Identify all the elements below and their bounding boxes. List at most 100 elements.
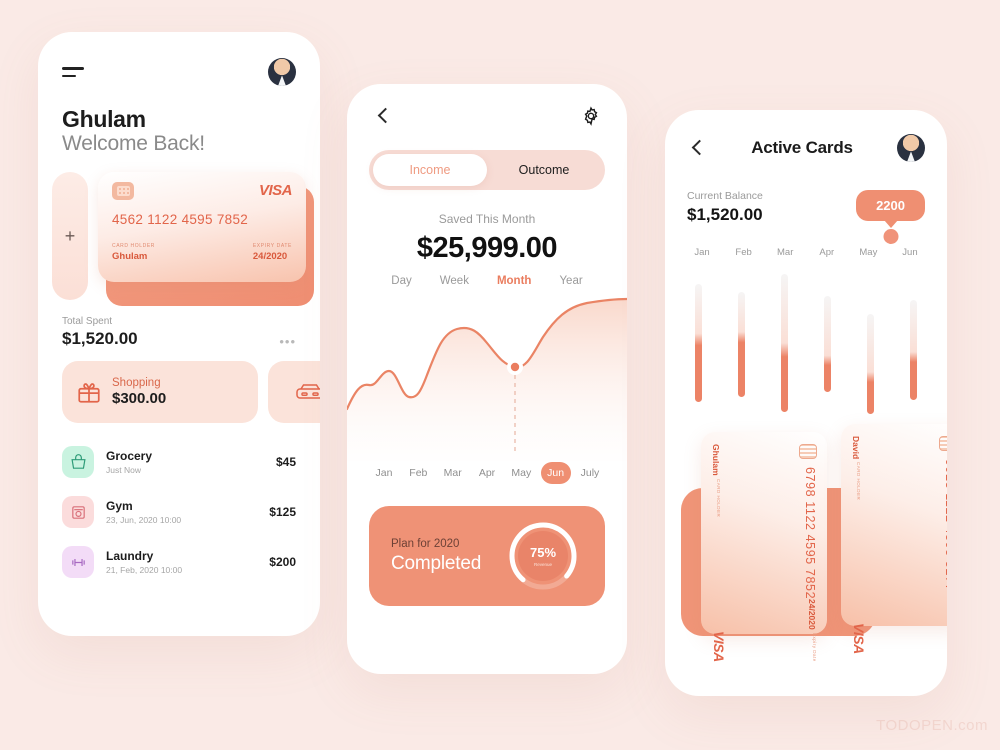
category-tile-transport[interactable] bbox=[268, 361, 320, 423]
phone-screen-statistics: Income Outcome Saved This Month $25,999.… bbox=[347, 84, 627, 674]
period-month[interactable]: Month bbox=[497, 275, 531, 287]
bar-column[interactable] bbox=[910, 274, 917, 400]
plan-progress-card[interactable]: Plan for 2020 Completed 75% Revenue bbox=[369, 506, 605, 606]
active-card-1[interactable]: 6798 1122 4595 7852 VISA 24/2020 Expiry … bbox=[701, 432, 827, 662]
balance-row: Current Balance $1,520.00 2200 bbox=[665, 162, 947, 244]
category-tile-shopping[interactable]: Shopping $300.00 bbox=[62, 361, 258, 423]
transaction-time: Just Now bbox=[106, 465, 141, 475]
period-day[interactable]: Day bbox=[391, 275, 411, 287]
total-spent-value: $1,520.00 bbox=[62, 329, 138, 348]
transaction-info: Gym 23, Jun, 2020 10:00 bbox=[106, 499, 257, 525]
month-may[interactable]: May bbox=[506, 467, 536, 484]
back-chevron-icon[interactable] bbox=[373, 106, 393, 126]
balance-value: $1,520.00 bbox=[687, 205, 763, 224]
tab-outcome[interactable]: Outcome bbox=[487, 154, 601, 186]
month-jun[interactable]: Jun bbox=[540, 462, 571, 484]
chip-icon bbox=[799, 444, 817, 459]
month-may[interactable]: May bbox=[853, 247, 883, 258]
saved-amount: $25,999.00 bbox=[416, 232, 558, 264]
visa-logo: VISA bbox=[711, 630, 727, 662]
line-chart-svg bbox=[347, 297, 627, 461]
card-number: 4562 1122 4595 7852 bbox=[112, 212, 249, 227]
balance-bar-chart bbox=[665, 258, 947, 418]
bar-chart-month-axis: Jan Feb Mar Apr May Jun bbox=[665, 225, 947, 258]
more-options-icon[interactable]: ••• bbox=[279, 334, 296, 349]
hamburger-icon[interactable] bbox=[62, 66, 84, 78]
month-jan[interactable]: Jan bbox=[369, 467, 399, 484]
gift-icon bbox=[78, 383, 100, 403]
transaction-amount: $200 bbox=[269, 555, 296, 569]
total-spent: Total Spent $1,520.00 bbox=[62, 316, 138, 349]
screenshot-stage: Ghulam Welcome Back! + VISA 4562 1122 45… bbox=[0, 0, 1000, 750]
card-number: 9923 1122 4595 5277 bbox=[943, 459, 947, 592]
watermark: TODOPEN.com bbox=[876, 717, 988, 734]
visa-logo: VISA bbox=[258, 182, 293, 199]
month-feb[interactable]: Feb bbox=[403, 467, 433, 484]
avatar[interactable] bbox=[896, 134, 925, 162]
month-mar[interactable]: Mar bbox=[438, 467, 468, 484]
bar-column[interactable] bbox=[867, 274, 874, 414]
car-icon bbox=[296, 384, 320, 399]
avatar[interactable] bbox=[268, 58, 296, 86]
month-mar[interactable]: Mar bbox=[770, 247, 800, 258]
bar bbox=[867, 314, 874, 414]
balance-label: Current Balance bbox=[687, 190, 763, 202]
tab-income[interactable]: Income bbox=[373, 154, 487, 186]
month-apr[interactable]: Apr bbox=[472, 467, 502, 484]
month-feb[interactable]: Feb bbox=[729, 247, 759, 258]
chip-icon bbox=[939, 436, 947, 451]
month-jun[interactable]: Jun bbox=[895, 247, 925, 258]
period-filter: Day Week Month Year bbox=[347, 275, 627, 287]
card-carousel: + VISA 4562 1122 4595 7852 CARD HOLDER G… bbox=[38, 156, 320, 306]
card-expiry: Expiry Date 24/2020 bbox=[253, 243, 292, 262]
total-spent-label: Total Spent bbox=[62, 316, 113, 327]
bar bbox=[910, 300, 917, 400]
card-holder-value: Ghulam bbox=[711, 444, 721, 476]
card-expiry-label: Expiry Date bbox=[252, 243, 292, 249]
chart-tooltip: 2200 bbox=[856, 190, 925, 244]
card-holder-label: CARD HOLDER bbox=[112, 243, 155, 249]
period-week[interactable]: Week bbox=[440, 275, 469, 287]
transaction-amount: $45 bbox=[275, 455, 296, 469]
transaction-time: 23, Jun, 2020 10:00 bbox=[106, 515, 182, 525]
bar bbox=[781, 274, 788, 412]
card-holder-value: Ghulam bbox=[112, 251, 148, 262]
phone-screen-active-cards: Active Cards Current Balance $1,520.00 2… bbox=[665, 110, 947, 696]
list-item[interactable]: Gym 23, Jun, 2020 10:00 $125 bbox=[62, 487, 296, 537]
category-amount: $300.00 bbox=[112, 390, 167, 407]
list-item[interactable]: Laundry 21, Feb, 2020 10:00 $200 bbox=[62, 537, 296, 587]
card-top: 6798 1122 4595 7852 bbox=[711, 444, 817, 599]
progress-sublabel: Revenue bbox=[533, 562, 552, 567]
credit-card[interactable]: VISA 4562 1122 4595 7852 CARD HOLDER Ghu… bbox=[98, 172, 306, 282]
category-text: Shopping $300.00 bbox=[112, 377, 166, 407]
card-header: VISA bbox=[112, 182, 293, 200]
card-holder-label: CARD HOLDER bbox=[716, 478, 721, 517]
phone-screen-home: Ghulam Welcome Back! + VISA 4562 1122 45… bbox=[38, 32, 320, 636]
transaction-info: Laundry 21, Feb, 2020 10:00 bbox=[106, 549, 257, 575]
active-card-2[interactable]: 9923 1122 4595 5277 VISA 24/2020 Expiry … bbox=[841, 424, 947, 654]
transaction-amount: $125 bbox=[269, 505, 296, 519]
card-expiry-value: 24/2020 bbox=[807, 599, 817, 630]
card-top: 9923 1122 4595 5277 bbox=[851, 436, 947, 591]
bar-column[interactable] bbox=[781, 274, 788, 412]
plan-subtitle: Plan for 2020 bbox=[391, 537, 460, 550]
back-chevron-icon[interactable] bbox=[687, 138, 707, 158]
card-number: 6798 1122 4595 7852 bbox=[803, 467, 817, 600]
active-cards-header: Active Cards bbox=[665, 110, 947, 162]
bar-column[interactable] bbox=[738, 274, 745, 397]
month-apr[interactable]: Apr bbox=[812, 247, 842, 258]
add-card-button[interactable]: + bbox=[52, 172, 88, 300]
card-holder-value: David bbox=[851, 436, 861, 460]
bar-column[interactable] bbox=[695, 274, 702, 402]
gear-icon[interactable] bbox=[581, 106, 601, 126]
month-july[interactable]: July bbox=[575, 467, 605, 484]
bar-column[interactable] bbox=[824, 274, 831, 392]
chart-marker[interactable] bbox=[510, 362, 520, 372]
bar bbox=[824, 296, 831, 392]
list-item[interactable]: Grocery Just Now $45 bbox=[62, 437, 296, 487]
plan-text: Plan for 2020 Completed bbox=[391, 538, 481, 575]
card-holder: CARD HOLDER Ghulam bbox=[112, 243, 155, 262]
period-year[interactable]: Year bbox=[559, 275, 582, 287]
month-jan[interactable]: Jan bbox=[687, 247, 717, 258]
card-bottom: VISA 24/2020 Expiry Date David CARD HOLD… bbox=[851, 436, 947, 654]
